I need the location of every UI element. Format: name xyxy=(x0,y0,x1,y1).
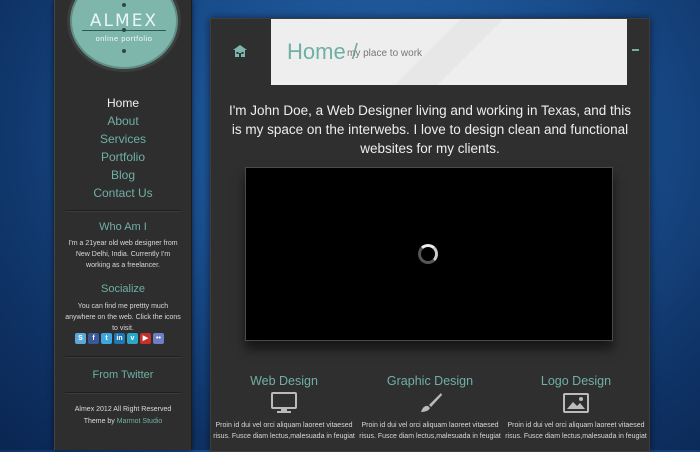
socialize-heading: Socialize xyxy=(100,283,146,295)
sidebar-divider xyxy=(65,356,181,358)
monitor-icon xyxy=(271,392,297,413)
nav-item-home[interactable]: Home xyxy=(55,94,191,112)
logo-subtitle: online portfolio xyxy=(95,34,153,43)
nav-item-contact-us[interactable]: Contact Us xyxy=(55,184,191,202)
theme-credit-prefix: Theme by xyxy=(83,418,115,425)
intro-text: I'm John Doe, a Web Designer living and … xyxy=(228,103,632,156)
logo-dot-bottom xyxy=(122,49,126,53)
sidebar: ALMEX online portfolio Home About Servic… xyxy=(54,0,192,450)
service-title[interactable]: Graphic Design xyxy=(357,374,503,388)
service-title[interactable]: Web Design xyxy=(211,374,357,388)
service-graphic-design: Graphic Design Proin id dui vel orci ali… xyxy=(357,374,503,442)
service-logo-design: Logo Design Proin id dui vel orci aliqua… xyxy=(503,374,649,442)
sidebar-divider xyxy=(65,210,181,212)
sidebar-footer: Almex 2012 All Right Reserved Theme by M… xyxy=(55,404,191,428)
home-icon[interactable] xyxy=(233,45,247,57)
nav-item-about[interactable]: About xyxy=(55,112,191,130)
logo-dot-top xyxy=(122,3,126,7)
service-title[interactable]: Logo Design xyxy=(503,374,649,388)
service-description: Proin id dui vel orci aliquam laoreet vi… xyxy=(359,422,501,440)
theme-credit: Theme by Marmot Studio xyxy=(55,416,191,428)
service-description: Proin id dui vel orci aliquam laoreet vi… xyxy=(213,422,355,440)
skype-icon[interactable]: S xyxy=(75,333,86,344)
theme-credit-link[interactable]: Marmot Studio xyxy=(117,418,163,425)
brush-icon xyxy=(421,393,442,412)
flickr-icon[interactable]: •• xyxy=(153,333,164,344)
page-header: Home / my place to work xyxy=(271,19,627,85)
facebook-icon[interactable]: f xyxy=(88,333,99,344)
video-player[interactable] xyxy=(245,167,613,341)
main-content: Home / my place to work I'm John Doe, a … xyxy=(210,18,650,452)
vimeo-icon[interactable]: v xyxy=(127,333,138,344)
service-web-design: Web Design Proin id dui vel orci aliquam… xyxy=(211,374,357,442)
who-am-i-text: I'm a 21year old web designer from New D… xyxy=(68,240,178,269)
logo-dot-middle xyxy=(122,28,126,32)
youtube-icon[interactable]: ▶ xyxy=(140,333,151,344)
copyright-text: Almex 2012 All Right Reserved xyxy=(74,406,172,413)
loading-spinner-icon xyxy=(418,244,438,264)
nav-item-blog[interactable]: Blog xyxy=(55,166,191,184)
socialize-text: You can find me prettty much anywhere on… xyxy=(65,303,181,332)
page-subtitle: my place to work xyxy=(347,48,423,59)
sidebar-divider xyxy=(65,392,181,394)
site-logo[interactable]: ALMEX online portfolio xyxy=(67,0,181,72)
service-description: Proin id dui vel orci aliquam laoreet vi… xyxy=(505,422,647,440)
social-icons: S f t in v ▶ •• xyxy=(75,333,164,344)
who-am-i-heading: Who Am I xyxy=(99,221,147,233)
from-twitter-heading: From Twitter xyxy=(92,369,154,381)
minimize-icon[interactable] xyxy=(632,49,639,51)
twitter-icon[interactable]: t xyxy=(101,333,112,344)
image-icon xyxy=(563,393,589,413)
main-navigation: Home About Services Portfolio Blog Conta… xyxy=(55,94,191,202)
nav-item-portfolio[interactable]: Portfolio xyxy=(55,148,191,166)
nav-item-services[interactable]: Services xyxy=(55,130,191,148)
linkedin-icon[interactable]: in xyxy=(114,333,125,344)
